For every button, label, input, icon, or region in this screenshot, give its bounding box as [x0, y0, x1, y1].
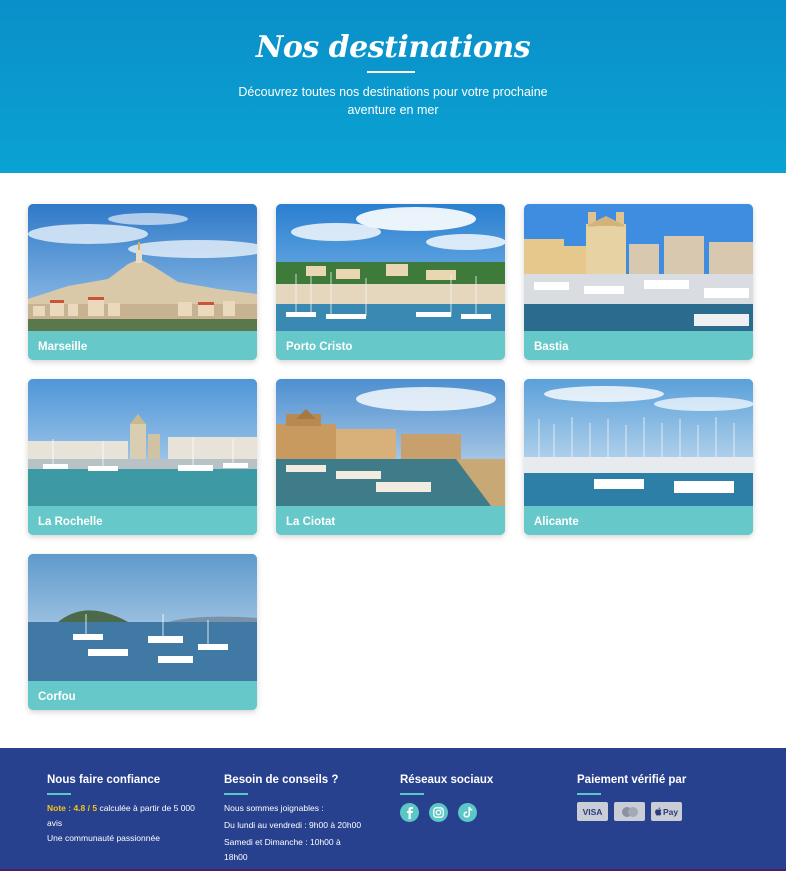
apple-pay-icon: Pay: [651, 802, 682, 821]
destination-card-alicante[interactable]: Alicante: [524, 379, 753, 535]
destination-photo: [524, 379, 753, 506]
destination-card-marseille[interactable]: Marseille: [28, 204, 257, 360]
apple-pay-label: Pay: [662, 806, 679, 817]
footer-trust-note: Note : 4.8 / 5 calculée à partir de 5 00…: [47, 801, 202, 831]
footer-social-section: Réseaux sociaux: [400, 774, 550, 822]
footer-title-underline: [47, 793, 71, 795]
destination-name: Bastia: [534, 341, 569, 353]
footer-social-title: Réseaux sociaux: [400, 774, 494, 786]
footer-payment-section: Paiement vérifié par VISA Pay: [577, 774, 747, 821]
footer-title-underline: [400, 793, 424, 795]
destination-name: Porto Cristo: [286, 341, 353, 353]
destination-card-porto-cristo[interactable]: Porto Cristo: [276, 204, 505, 360]
footer: Nous faire confiance Note : 4.8 / 5 calc…: [0, 748, 786, 871]
destination-photo: [28, 204, 257, 331]
footer-trust-section: Nous faire confiance Note : 4.8 / 5 calc…: [47, 774, 202, 846]
footer-advice-hours-weekend: Samedi et Dimanche : 10h00 à 18h00: [224, 837, 341, 862]
mastercard-icon: [614, 802, 645, 821]
tiktok-icon[interactable]: [458, 803, 477, 822]
instagram-icon[interactable]: [429, 803, 448, 822]
facebook-icon[interactable]: [400, 803, 419, 822]
footer-trust-title: Nous faire confiance: [47, 774, 161, 786]
destination-card-corfou[interactable]: Corfou: [28, 554, 257, 710]
destination-name: La Ciotat: [286, 516, 336, 528]
hero-banner: Nos destinations Découvrez toutes nos de…: [0, 0, 786, 173]
rating-note: Note : 4.8 / 5: [47, 803, 98, 813]
destination-name: Corfou: [38, 691, 76, 703]
destination-photo: [276, 204, 505, 331]
footer-title-underline: [577, 793, 601, 795]
page-subtitle: Découvrez toutes nos destinations pour v…: [238, 85, 548, 117]
footer-advice-line: Nous sommes joignables :: [224, 803, 324, 813]
page-title: Nos destinations: [255, 30, 531, 65]
footer-advice-section: Besoin de conseils ? Nous sommes joignab…: [224, 774, 389, 865]
footer-advice-hours-week: Du lundi au vendredi : 9h00 à 20h00: [224, 820, 362, 830]
destination-photo: [276, 379, 505, 506]
footer-title-underline: [224, 793, 248, 795]
destination-card-la-rochelle[interactable]: La Rochelle: [28, 379, 257, 535]
destination-photo: [28, 554, 257, 681]
footer-payment-title: Paiement vérifié par: [577, 774, 687, 786]
destination-name: Alicante: [534, 516, 579, 528]
destination-photo: [524, 204, 753, 331]
destination-name: La Rochelle: [38, 516, 103, 528]
visa-icon: VISA: [577, 802, 608, 821]
title-underline: [367, 71, 415, 73]
destination-photo: [28, 379, 257, 506]
destination-card-bastia[interactable]: Bastia: [524, 204, 753, 360]
destination-name: Marseille: [38, 341, 88, 353]
destination-card-la-ciotat[interactable]: La Ciotat: [276, 379, 505, 535]
footer-advice-title: Besoin de conseils ?: [224, 774, 339, 786]
footer-community: Une communauté passionnée: [47, 833, 160, 843]
